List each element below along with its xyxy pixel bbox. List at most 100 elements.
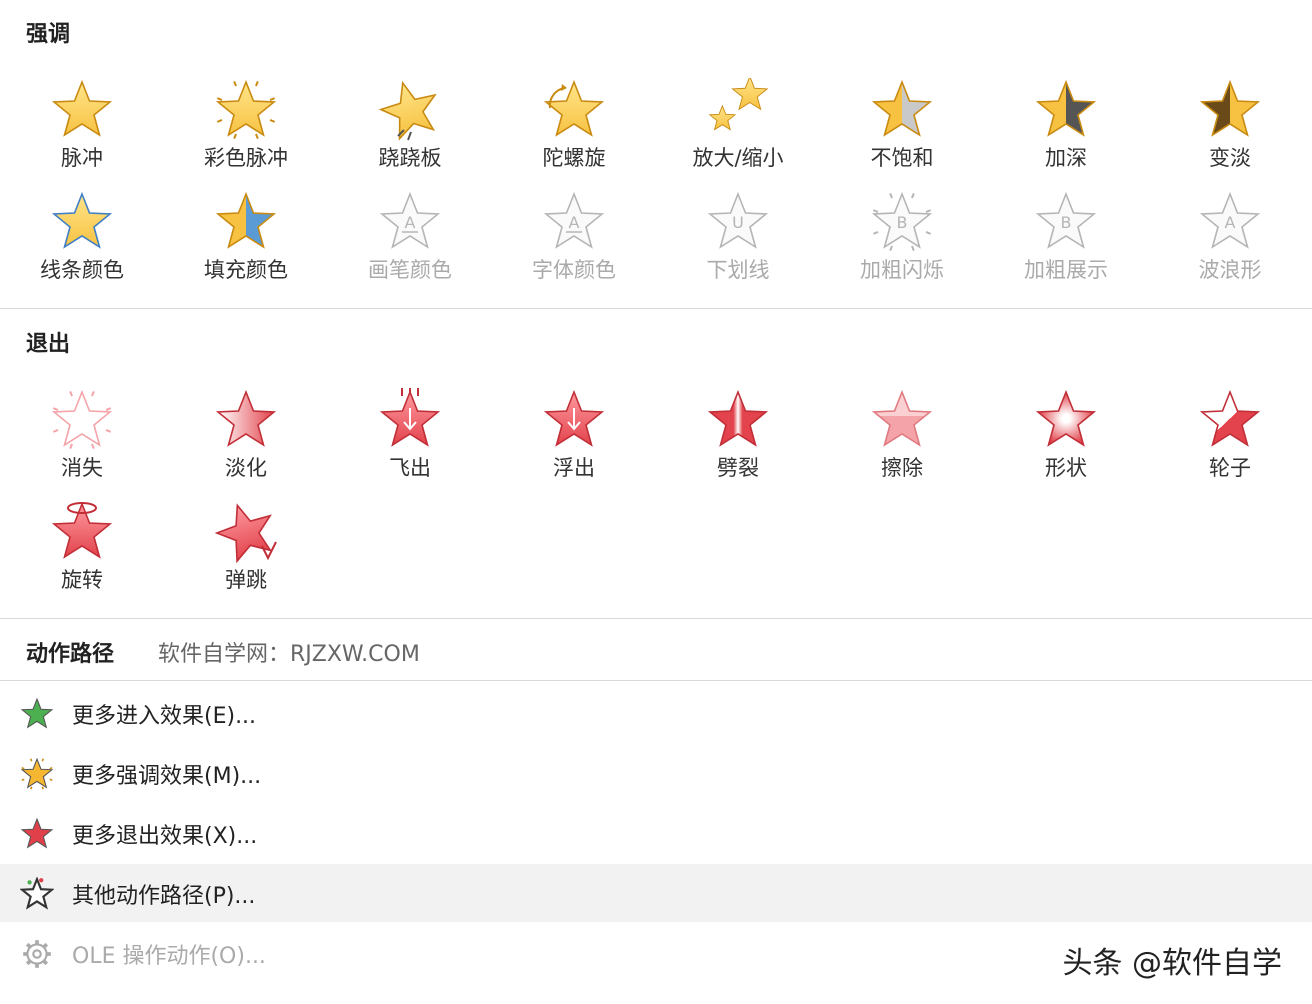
effect-label: 擦除 — [881, 456, 923, 480]
effect-label: 淡化 — [225, 456, 267, 480]
effect-wheel-star[interactable]: 轮子 — [1148, 388, 1312, 500]
gold-burst-star-icon — [20, 757, 54, 791]
effect-label: 彩色脉冲 — [204, 146, 288, 170]
wheel-star-icon — [1198, 388, 1262, 452]
effect-label: 放大/缩小 — [692, 146, 784, 170]
svg-text:A: A — [569, 213, 580, 232]
fill-color-star-icon — [214, 190, 278, 254]
emphasis-row-1: 脉冲 彩色脉冲 跷跷板 陀螺旋 放大/缩小 不饱和 加深 变淡 — [0, 75, 1312, 190]
effect-fade-star[interactable]: 淡化 — [164, 388, 328, 500]
effect-wipe-star[interactable]: 擦除 — [820, 388, 984, 500]
exit-row-2: 旋转 弹跳 — [0, 500, 1312, 612]
effect-label: 变淡 — [1209, 146, 1251, 170]
effect-label: 加深 — [1045, 146, 1087, 170]
effect-shape-star[interactable]: 形状 — [984, 388, 1148, 500]
spin-star-icon — [542, 78, 606, 142]
effect-spin-star[interactable]: 陀螺旋 — [492, 78, 656, 190]
effect-underline-star: U 下划线 — [656, 190, 820, 302]
svg-text:U: U — [732, 213, 744, 232]
svg-text:B: B — [1061, 213, 1072, 232]
bold-reveal-star-icon: B — [1034, 190, 1098, 254]
effect-label: 浮出 — [553, 456, 595, 480]
effect-label: 脉冲 — [61, 146, 103, 170]
effect-color-pulse-star[interactable]: 彩色脉冲 — [164, 78, 328, 190]
effect-label: 飞出 — [389, 456, 431, 480]
teeter-star-icon — [378, 78, 442, 142]
section-divider — [0, 680, 1312, 681]
wave-star-icon: A — [1198, 190, 1262, 254]
watermark: 头条 @软件自学 — [1062, 946, 1282, 981]
exit-title: 退出 — [26, 332, 71, 357]
effect-bold-flash-star: B 加粗闪烁 — [820, 190, 984, 302]
effect-line-color-star[interactable]: 线条颜色 — [0, 190, 164, 302]
effect-lighten-star[interactable]: 变淡 — [1148, 78, 1312, 190]
effect-label: 填充颜色 — [204, 258, 288, 282]
outline-path-star-icon — [19, 876, 55, 911]
effect-rotate-star[interactable]: 旋转 — [0, 500, 164, 612]
effect-float-out-star[interactable]: 浮出 — [492, 388, 656, 500]
desaturate-star-icon — [870, 78, 934, 142]
lighten-star-icon — [1198, 78, 1262, 142]
emphasis-title: 强调 — [26, 22, 71, 47]
motion-path-section: 动作路径 软件自学网：RJZXW.COM — [0, 620, 1312, 680]
motion-path-title: 动作路径 — [26, 642, 115, 667]
effect-label: 跷跷板 — [378, 146, 442, 170]
effect-label: 劈裂 — [717, 456, 759, 480]
menu-item-green-star[interactable]: 更多进入效果(E)... — [0, 684, 1312, 742]
effect-label: 画笔颜色 — [368, 258, 452, 282]
effect-label: 加粗闪烁 — [860, 258, 944, 282]
red-star-icon — [20, 817, 54, 851]
underline-star-icon: U — [706, 190, 770, 254]
float-out-star-icon — [542, 388, 606, 452]
menu-item-gold-burst-star[interactable]: 更多强调效果(M)... — [0, 744, 1312, 802]
grow-shrink-star-icon — [706, 75, 770, 142]
menu-item-label: OLE 操作动作(O)... — [72, 944, 266, 969]
effect-label: 下划线 — [706, 258, 770, 282]
bounce-star-icon — [214, 500, 278, 564]
effect-label: 旋转 — [61, 568, 103, 592]
menu-item-label: 更多进入效果(E)... — [72, 704, 257, 729]
disappear-star-icon — [50, 388, 114, 452]
effect-bounce-star[interactable]: 弹跳 — [164, 500, 328, 612]
gear-icon — [20, 937, 54, 971]
section-divider — [0, 308, 1312, 309]
effect-label: 加粗展示 — [1024, 258, 1108, 282]
effect-label: 线条颜色 — [40, 258, 124, 282]
shape-star-icon — [1034, 388, 1098, 452]
effect-fly-out-star[interactable]: 飞出 — [328, 388, 492, 500]
emphasis-row-2: 线条颜色 填充颜色 A 画笔颜色 A 字体颜色 U 下划线 B 加粗闪烁 B 加粗展示 A 波浪形 — [0, 190, 1312, 302]
brush-color-star-icon: A — [378, 190, 442, 254]
effect-label: 波浪形 — [1198, 258, 1262, 282]
green-star-icon — [20, 697, 54, 731]
effect-label: 形状 — [1045, 456, 1087, 480]
menu-item-outline-path-star[interactable]: 其他动作路径(P)... — [0, 864, 1312, 922]
fade-star-icon — [214, 388, 278, 452]
effect-grow-shrink-star[interactable]: 放大/缩小 — [656, 75, 820, 190]
wipe-star-icon — [870, 388, 934, 452]
effect-label: 轮子 — [1209, 456, 1251, 480]
exit-row-1: 消失 淡化 飞出 浮出 劈裂 擦除 形状 轮子 — [0, 388, 1312, 500]
menu-item-label: 其他动作路径(P)... — [72, 884, 256, 909]
effect-disappear-star[interactable]: 消失 — [0, 388, 164, 500]
effect-label: 字体颜色 — [532, 258, 616, 282]
effect-label: 消失 — [61, 456, 103, 480]
effect-desaturate-star[interactable]: 不饱和 — [820, 78, 984, 190]
effect-label: 不饱和 — [870, 146, 934, 170]
effect-split-star[interactable]: 劈裂 — [656, 388, 820, 500]
color-pulse-star-icon — [214, 78, 278, 142]
fly-out-star-icon — [378, 388, 442, 452]
svg-text:A: A — [405, 213, 416, 232]
effect-darken-star[interactable]: 加深 — [984, 78, 1148, 190]
effect-label: 陀螺旋 — [542, 146, 606, 170]
effect-pulse-star[interactable]: 脉冲 — [0, 78, 164, 190]
effect-brush-color-star: A 画笔颜色 — [328, 190, 492, 302]
svg-text:B: B — [897, 213, 908, 232]
bold-flash-star-icon: B — [870, 190, 934, 254]
rotate-star-icon — [50, 500, 114, 564]
effect-font-color-star: A 字体颜色 — [492, 190, 656, 302]
menu-item-red-star[interactable]: 更多退出效果(X)... — [0, 804, 1312, 862]
effect-fill-color-star[interactable]: 填充颜色 — [164, 190, 328, 302]
effect-teeter-star[interactable]: 跷跷板 — [328, 78, 492, 190]
motion-path-note: 软件自学网：RJZXW.COM — [158, 642, 420, 667]
menu-item-label: 更多强调效果(M)... — [72, 764, 262, 789]
